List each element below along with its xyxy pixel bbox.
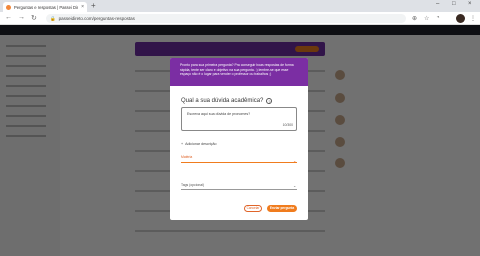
address-bar: ← → ↻ 🔒 passeidireto.com/perguntas-respo…	[0, 12, 480, 25]
plus-icon: +	[181, 142, 184, 146]
minimize-icon[interactable]: –	[436, 1, 439, 7]
modal-header-text: Pronto para sua primeira pergunta? Pra c…	[180, 63, 294, 77]
browser-tab[interactable]: Perguntas e respostas | Passei Direto ×	[3, 2, 87, 12]
submit-question-button[interactable]: Enviar pergunta	[267, 205, 297, 212]
lock-icon: 🔒	[50, 15, 56, 21]
chevron-down-icon[interactable]: ⌄	[293, 183, 296, 188]
cancel-button[interactable]: Cancelar	[244, 205, 262, 212]
question-heading: Qual a sua dúvida acadêmica? ?	[181, 98, 273, 104]
question-text: Escreva aqui sua dúvida de pronomes?	[187, 112, 251, 116]
question-textarea[interactable]: Escreva aqui sua dúvida de pronomes? 10/…	[181, 107, 297, 131]
tags-underline	[181, 189, 297, 190]
subject-select[interactable]	[181, 162, 297, 163]
subject-label: Matéria	[181, 155, 193, 159]
maximize-icon[interactable]: □	[452, 1, 456, 7]
browser-tab-bar: Perguntas e respostas | Passei Direto × …	[0, 0, 480, 12]
new-tab-icon[interactable]: +	[91, 1, 96, 10]
close-tab-icon[interactable]: ×	[81, 4, 84, 10]
url-field[interactable]: 🔒 passeidireto.com/perguntas-respostas	[46, 14, 406, 23]
profile-avatar[interactable]	[456, 14, 465, 23]
add-description-link[interactable]: + Adicionar descrição	[181, 142, 216, 146]
bookmark-star-icon[interactable]: ☆	[424, 15, 429, 22]
cast-icon[interactable]: ⊕	[412, 15, 417, 22]
help-icon[interactable]: ?	[266, 98, 273, 104]
reload-icon[interactable]: ↻	[31, 14, 37, 22]
forward-icon[interactable]: →	[18, 14, 25, 21]
window-close-icon[interactable]: ×	[468, 1, 472, 7]
extension-icon[interactable]: ◔	[436, 15, 440, 21]
add-description-label: Adicionar descrição	[185, 142, 217, 146]
modal-header: Pronto para sua primeira pergunta? Pra c…	[170, 58, 308, 86]
mouse-cursor-icon: ⌶	[226, 148, 231, 155]
ask-question-modal: Pronto para sua primeira pergunta? Pra c…	[170, 58, 308, 220]
menu-icon[interactable]: ⋮	[470, 15, 476, 22]
char-counter: 10/300	[282, 123, 293, 127]
back-icon[interactable]: ←	[5, 14, 12, 21]
tab-title: Perguntas e respostas | Passei Direto	[14, 4, 79, 10]
question-label: Qual a sua dúvida acadêmica?	[181, 98, 264, 104]
site-favicon-icon	[6, 4, 11, 10]
url-text: passeidireto.com/perguntas-respostas	[58, 16, 135, 21]
chevron-down-icon[interactable]: ⌄	[293, 158, 296, 163]
tags-input[interactable]: Tags (opcional)	[181, 183, 204, 187]
